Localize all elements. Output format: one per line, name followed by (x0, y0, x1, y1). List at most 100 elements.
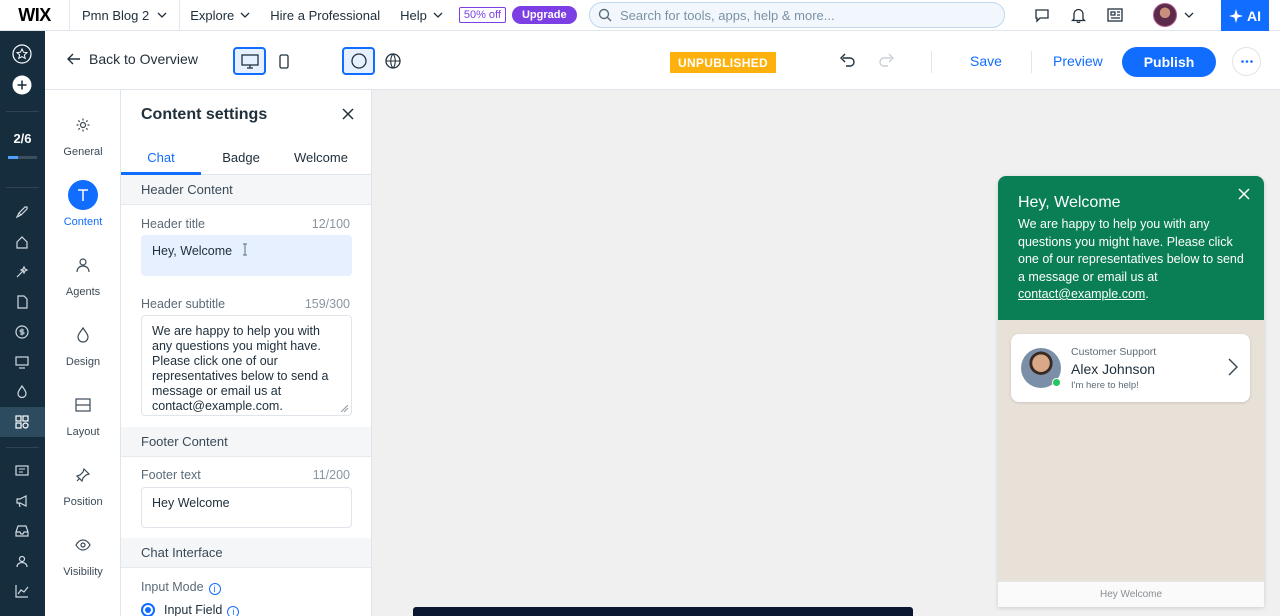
side-tab-layout[interactable]: Layout (45, 390, 121, 438)
footer-text-input[interactable]: Hey Welcome (141, 487, 352, 528)
agent-card[interactable]: Customer Support Alex Johnson I'm here t… (1011, 334, 1250, 402)
side-tab-position[interactable]: Position (45, 460, 121, 508)
bell-icon[interactable] (1067, 5, 1089, 25)
menu-explore[interactable]: Explore (180, 0, 260, 31)
panel-tabs: Chat Badge Welcome (121, 148, 371, 175)
section-header-content: Header Content (121, 175, 371, 205)
close-icon[interactable] (1238, 188, 1250, 200)
setup-progress-fill (8, 156, 18, 159)
tab-welcome[interactable]: Welcome (281, 150, 361, 165)
mobile-icon (278, 53, 289, 69)
pin-icon (68, 460, 98, 490)
chevron-right-icon (1228, 358, 1238, 376)
star-icon[interactable] (12, 44, 32, 64)
chat-widget-footer: Hey Welcome (998, 581, 1264, 607)
dollar-icon[interactable] (12, 322, 32, 342)
avatar[interactable] (1153, 3, 1177, 27)
status-badge: UNPUBLISHED (670, 52, 776, 73)
wix-logo[interactable]: WIX (0, 0, 70, 31)
contacts-icon[interactable] (12, 551, 32, 571)
ai-button[interactable]: AI (1221, 0, 1269, 31)
tab-badge[interactable]: Badge (201, 150, 281, 165)
footer-text-count: 11/200 (312, 468, 350, 482)
chevron-down-icon[interactable] (1178, 5, 1200, 25)
agents-icon (68, 250, 98, 280)
side-tab-content[interactable]: Content (45, 180, 121, 228)
desktop-view-button[interactable] (233, 47, 266, 75)
side-tab-design[interactable]: Design (45, 320, 121, 368)
mobile-view-button[interactable] (267, 47, 300, 75)
close-icon[interactable] (341, 107, 355, 121)
site-section-preview (413, 607, 913, 616)
chat-bubble-icon[interactable] (1031, 5, 1053, 25)
analytics-icon[interactable] (12, 581, 32, 601)
shape-view-button[interactable] (342, 47, 375, 75)
rail-divider (6, 447, 39, 448)
globe-icon (384, 53, 401, 69)
search-icon (598, 8, 612, 22)
rail-divider (6, 111, 39, 112)
save-button[interactable]: Save (970, 53, 1002, 69)
gear-icon (68, 110, 98, 140)
agent-message: I'm here to help! (1071, 380, 1139, 391)
header-title-input[interactable]: Hey, Welcome (141, 235, 352, 276)
publish-button[interactable]: Publish (1122, 47, 1216, 77)
input-field-option[interactable]: Input Field i (164, 603, 240, 616)
agent-name: Alex Johnson (1071, 361, 1156, 377)
rail-divider (6, 187, 39, 188)
document-icon[interactable] (12, 292, 32, 312)
search-input[interactable]: Search for tools, apps, help & more... (589, 2, 1005, 28)
resize-handle-icon[interactable] (341, 405, 348, 412)
monitor-icon[interactable] (12, 352, 32, 372)
news-icon[interactable] (1104, 5, 1126, 25)
arrow-left-icon (67, 53, 81, 65)
more-actions-button[interactable] (1232, 47, 1261, 76)
chevron-down-icon (157, 12, 167, 18)
chat-widget-subtitle: We are happy to help you with any questi… (1018, 217, 1244, 301)
chat-widget-title: Hey, Welcome (1018, 194, 1121, 211)
left-rail: 2/6 (0, 31, 45, 616)
search-placeholder: Search for tools, apps, help & more... (620, 7, 835, 23)
eye-icon (68, 530, 98, 560)
agent-role: Customer Support (1071, 346, 1157, 358)
menu-help[interactable]: Help (390, 0, 453, 31)
info-icon[interactable]: i (227, 606, 240, 616)
cms-icon[interactable] (12, 461, 32, 481)
home-icon[interactable] (12, 232, 32, 252)
header-subtitle-count: 159/300 (304, 297, 350, 311)
preview-button[interactable]: Preview (1053, 53, 1103, 69)
header-title-label: Header title (141, 217, 205, 231)
footer-text-label: Footer text (141, 468, 201, 482)
apps-icon[interactable] (12, 412, 32, 432)
side-tab-visibility[interactable]: Visibility (45, 530, 121, 578)
header-subtitle-label: Header subtitle (141, 297, 226, 311)
upgrade-button[interactable]: Upgrade (511, 6, 577, 24)
circle-icon (350, 53, 367, 69)
header-subtitle-textarea[interactable]: We are happy to help you with any questi… (141, 315, 352, 416)
inbox-icon[interactable] (12, 521, 32, 541)
setup-progress-text[interactable]: 2/6 (0, 131, 45, 146)
info-icon[interactable]: i (208, 583, 221, 595)
drop-icon[interactable] (12, 382, 32, 402)
magic-icon[interactable] (12, 262, 32, 282)
top-bar: WIX Pmn Blog 2 Explore Hire a Profession… (0, 0, 1280, 31)
back-to-overview-link[interactable]: Back to Overview (67, 51, 198, 67)
input-field-radio[interactable] (141, 603, 155, 616)
rocket-icon[interactable] (12, 202, 32, 222)
megaphone-icon[interactable] (12, 491, 32, 511)
chat-widget-email-link[interactable]: contact@example.com (1018, 287, 1145, 301)
redo-icon[interactable] (879, 53, 895, 67)
header-title-count: 12/100 (311, 217, 350, 231)
undo-icon[interactable] (839, 53, 855, 67)
tab-chat[interactable]: Chat (121, 150, 201, 165)
side-tab-agents[interactable]: Agents (45, 250, 121, 298)
site-switcher[interactable]: Pmn Blog 2 (70, 0, 181, 31)
language-button[interactable] (376, 47, 409, 75)
online-status-dot (1052, 378, 1061, 387)
text-cursor-icon (242, 243, 248, 256)
chat-widget-preview[interactable]: Hey, Welcome We are happy to help you wi… (998, 176, 1264, 607)
side-tab-general[interactable]: General (45, 110, 121, 158)
add-icon[interactable] (12, 75, 32, 95)
settings-side-tabs: General Content Agents Design Layout Pos… (45, 90, 121, 616)
menu-hire-professional[interactable]: Hire a Professional (260, 0, 390, 31)
